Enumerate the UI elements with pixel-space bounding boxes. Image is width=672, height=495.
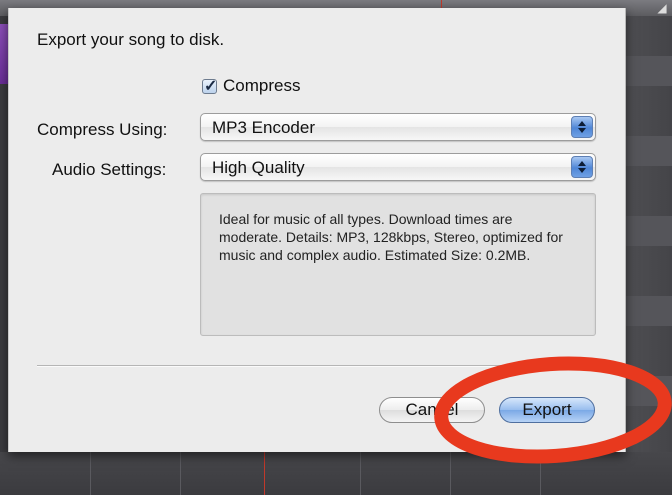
compress-using-label: Compress Using:	[37, 120, 168, 139]
compress-checkbox[interactable]: ✓	[202, 77, 218, 95]
compress-label[interactable]: Compress	[223, 76, 300, 96]
settings-description-box: Ideal for music of all types. Download t…	[200, 193, 596, 336]
compress-using-value: MP3 Encoder	[212, 118, 315, 137]
playhead-bottom	[264, 452, 265, 495]
up-down-arrows-icon	[571, 116, 593, 138]
dialog-title: Export your song to disk.	[37, 30, 225, 49]
audio-settings-value: High Quality	[212, 158, 305, 177]
checkmark-icon: ✓	[204, 77, 218, 95]
compress-option[interactable]: ✓ Compress	[202, 76, 300, 96]
settings-description: Ideal for music of all types. Download t…	[219, 211, 563, 263]
annotation-ellipse	[434, 356, 672, 464]
compress-using-popup[interactable]: MP3 Encoder	[200, 113, 596, 141]
audio-settings-label: Audio Settings:	[52, 160, 167, 179]
resize-icon[interactable]: ◢	[652, 0, 672, 16]
up-down-arrows-icon	[571, 156, 593, 178]
audio-settings-popup[interactable]: High Quality	[200, 153, 596, 181]
